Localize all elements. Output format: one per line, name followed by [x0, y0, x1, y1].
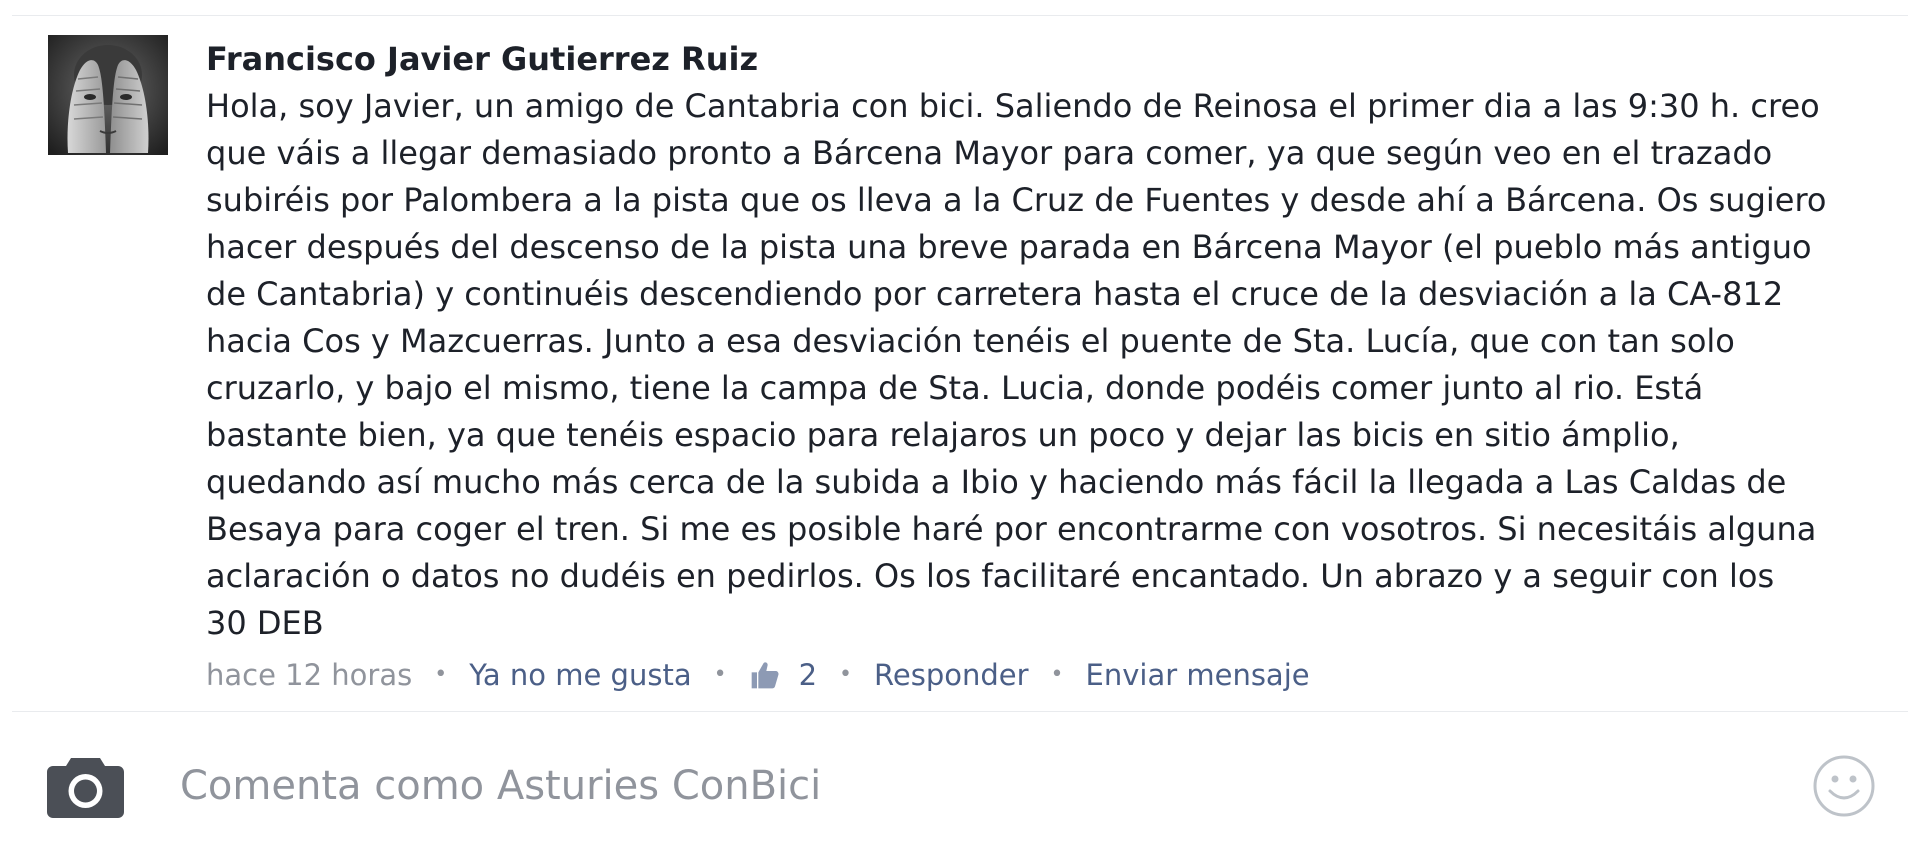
- top-divider: [12, 15, 1908, 16]
- comment-text-line: 30 DEB: [206, 604, 324, 642]
- separator-dot: •: [839, 662, 853, 687]
- smiley-icon[interactable]: [1813, 755, 1875, 817]
- like-count[interactable]: 2: [749, 655, 817, 695]
- comment-text-line: subiréis por Palombera a la pista que os…: [206, 181, 1827, 219]
- unlike-link[interactable]: Ya no me gusta: [469, 655, 691, 695]
- comment-input[interactable]: Comenta como Asturies ConBici: [180, 754, 821, 818]
- like-count-value: 2: [798, 658, 818, 692]
- comment-body: Francisco Javier Gutierrez Ruiz Hola, so…: [206, 35, 1896, 695]
- separator-dot: •: [434, 662, 448, 687]
- send-message-link[interactable]: Enviar mensaje: [1086, 655, 1310, 695]
- reply-link[interactable]: Responder: [874, 655, 1029, 695]
- comment-text-line: hacer después del descenso de la pista u…: [206, 228, 1812, 266]
- separator-dot: •: [713, 662, 727, 687]
- camera-icon[interactable]: [47, 754, 124, 818]
- comment-text-line: Hola, soy Javier, un amigo de Cantabria …: [206, 87, 1820, 125]
- comment-actions: hace 12 horas • Ya no me gusta • 2 • Res…: [206, 655, 1896, 695]
- thumbs-up-icon: [751, 662, 779, 689]
- comment-text-line: Besaya para coger el tren. Si me es posi…: [206, 510, 1817, 548]
- comment-text-line: de Cantabria) y continuéis descendiendo …: [206, 275, 1784, 313]
- comment-author[interactable]: Francisco Javier Gutierrez Ruiz: [206, 35, 1896, 83]
- comment-text-line: aclaración o datos no dudéis en pedirlos…: [206, 557, 1775, 595]
- comment-composer: Comenta como Asturies ConBici: [0, 712, 1920, 842]
- comment-thread: Francisco Javier Gutierrez Ruiz Hola, so…: [0, 0, 1920, 842]
- comment-text-line: bastante bien, ya que tenéis espacio par…: [206, 416, 1680, 454]
- comment-text-line: hacia Cos y Mazcuerras. Junto a esa desv…: [206, 322, 1735, 360]
- comment-text-line: cruzarlo, y bajo el mismo, tiene la camp…: [206, 369, 1704, 407]
- separator-dot: •: [1050, 662, 1064, 687]
- comment-timestamp[interactable]: hace 12 horas: [206, 655, 412, 695]
- comment-text: Hola, soy Javier, un amigo de Cantabria …: [206, 83, 1896, 647]
- comment-text-line: que váis a llegar demasiado pronto a Bár…: [206, 134, 1773, 172]
- comment-text-line: quedando así mucho más cerca de la subid…: [206, 463, 1787, 501]
- avatar-photo-icon: [48, 35, 168, 155]
- avatar[interactable]: [48, 35, 168, 155]
